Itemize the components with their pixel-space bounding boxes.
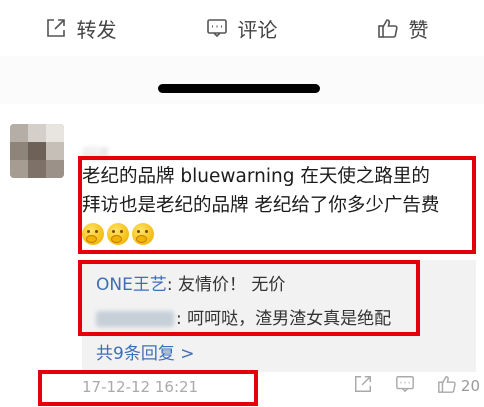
thinking-face-icon — [82, 223, 104, 245]
reply-username-redacted[interactable] — [96, 311, 174, 327]
reply-text: : 友情价！ 无价 — [166, 275, 286, 295]
like-button[interactable]: 赞 — [322, 0, 483, 56]
share-icon — [353, 374, 373, 398]
thinking-face-icon — [107, 223, 129, 245]
emoji-row — [82, 220, 472, 248]
comment-share-button[interactable] — [353, 374, 373, 398]
comment-like-button[interactable]: 20 — [437, 374, 480, 398]
forward-button[interactable]: 转发 — [0, 0, 161, 56]
comment-username[interactable]: 闪还 — [82, 144, 110, 164]
thumbs-up-icon — [377, 17, 399, 39]
reply-item[interactable]: ONE王艺: 友情价！ 无价 — [96, 270, 285, 295]
action-bar: 转发 评论 赞 — [0, 0, 484, 56]
thinking-face-icon — [132, 223, 154, 245]
comment-text-line-2: 拜访也是老纪的品牌 老纪给了你多少广告费 — [82, 195, 440, 216]
share-icon — [45, 17, 67, 39]
comment-body: 老纪的品牌 bluewarning 在天使之路里的 拜访也是老纪的品牌 老纪给了… — [82, 162, 472, 248]
comment-icon — [206, 17, 228, 39]
comment-button[interactable]: 评论 — [161, 0, 322, 56]
like-label: 赞 — [408, 17, 429, 42]
reply-thread: ONE王艺: 友情价！ 无价 : 呵呵哒，渣男渣女真是绝配 共9条回复 > — [82, 260, 476, 372]
home-indicator-bar[interactable] — [158, 84, 320, 93]
comment-text-line-1: 老纪的品牌 bluewarning 在天使之路里的 — [82, 166, 430, 187]
thumbs-up-icon — [437, 374, 457, 398]
comment-action-icons: 20 — [353, 374, 480, 398]
reply-item[interactable]: : 呵呵哒，渣男渣女真是绝配 — [96, 304, 391, 329]
reply-username[interactable]: ONE王艺 — [96, 275, 167, 295]
reply-text: : 呵呵哒，渣男渣女真是绝配 — [176, 309, 392, 329]
separator-area — [0, 56, 484, 104]
more-replies-link[interactable]: 共9条回复 > — [96, 339, 194, 364]
comment-timestamp: 17-12-12 16:21 — [82, 378, 199, 396]
forward-label: 转发 — [76, 17, 117, 42]
comment-card: 闪还 老纪的品牌 bluewarning 在天使之路里的 拜访也是老纪的品牌 老… — [0, 104, 484, 407]
comment-icon — [395, 374, 415, 398]
comment-label: 评论 — [237, 17, 278, 42]
avatar[interactable] — [10, 124, 64, 178]
comment-reply-button[interactable] — [395, 374, 415, 398]
like-count: 20 — [460, 377, 480, 395]
